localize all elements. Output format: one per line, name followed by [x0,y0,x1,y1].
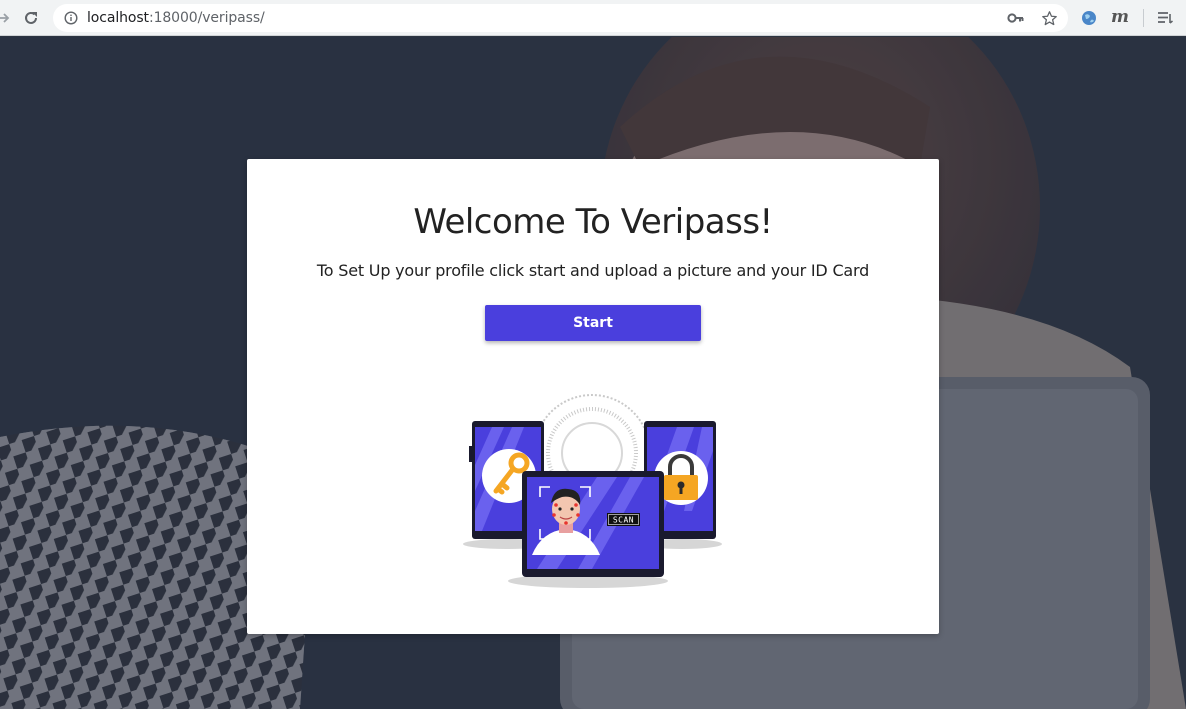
key-icon[interactable] [1007,11,1025,25]
toolbar-separator [1143,9,1144,27]
welcome-card: Welcome To Veripass! To Set Up your prof… [247,159,939,634]
star-icon[interactable] [1040,9,1058,27]
setup-instructions: To Set Up your profile click start and u… [316,261,870,280]
extension-globe-icon[interactable] [1080,9,1098,27]
url-path: :18000/veripass/ [148,10,265,26]
face-scan-illustration: SCAN [462,391,724,591]
address-bar[interactable]: localhost:18000/veripass/ [53,4,1068,32]
center-tablet: SCAN [522,471,664,577]
scan-label: SCAN [613,516,634,525]
forward-icon[interactable] [0,10,10,26]
url-text: localhost:18000/veripass/ [87,10,265,26]
menu-icon[interactable] [1155,9,1175,27]
info-icon[interactable] [64,11,78,25]
url-host: localhost [87,10,149,26]
start-button[interactable]: Start [485,305,701,341]
extension-m-icon[interactable]: m [1110,7,1130,27]
browser-toolbar: localhost:18000/veripass/ m [0,0,1186,36]
page-title: Welcome To Veripass! [413,202,773,242]
reload-icon[interactable] [21,8,41,28]
